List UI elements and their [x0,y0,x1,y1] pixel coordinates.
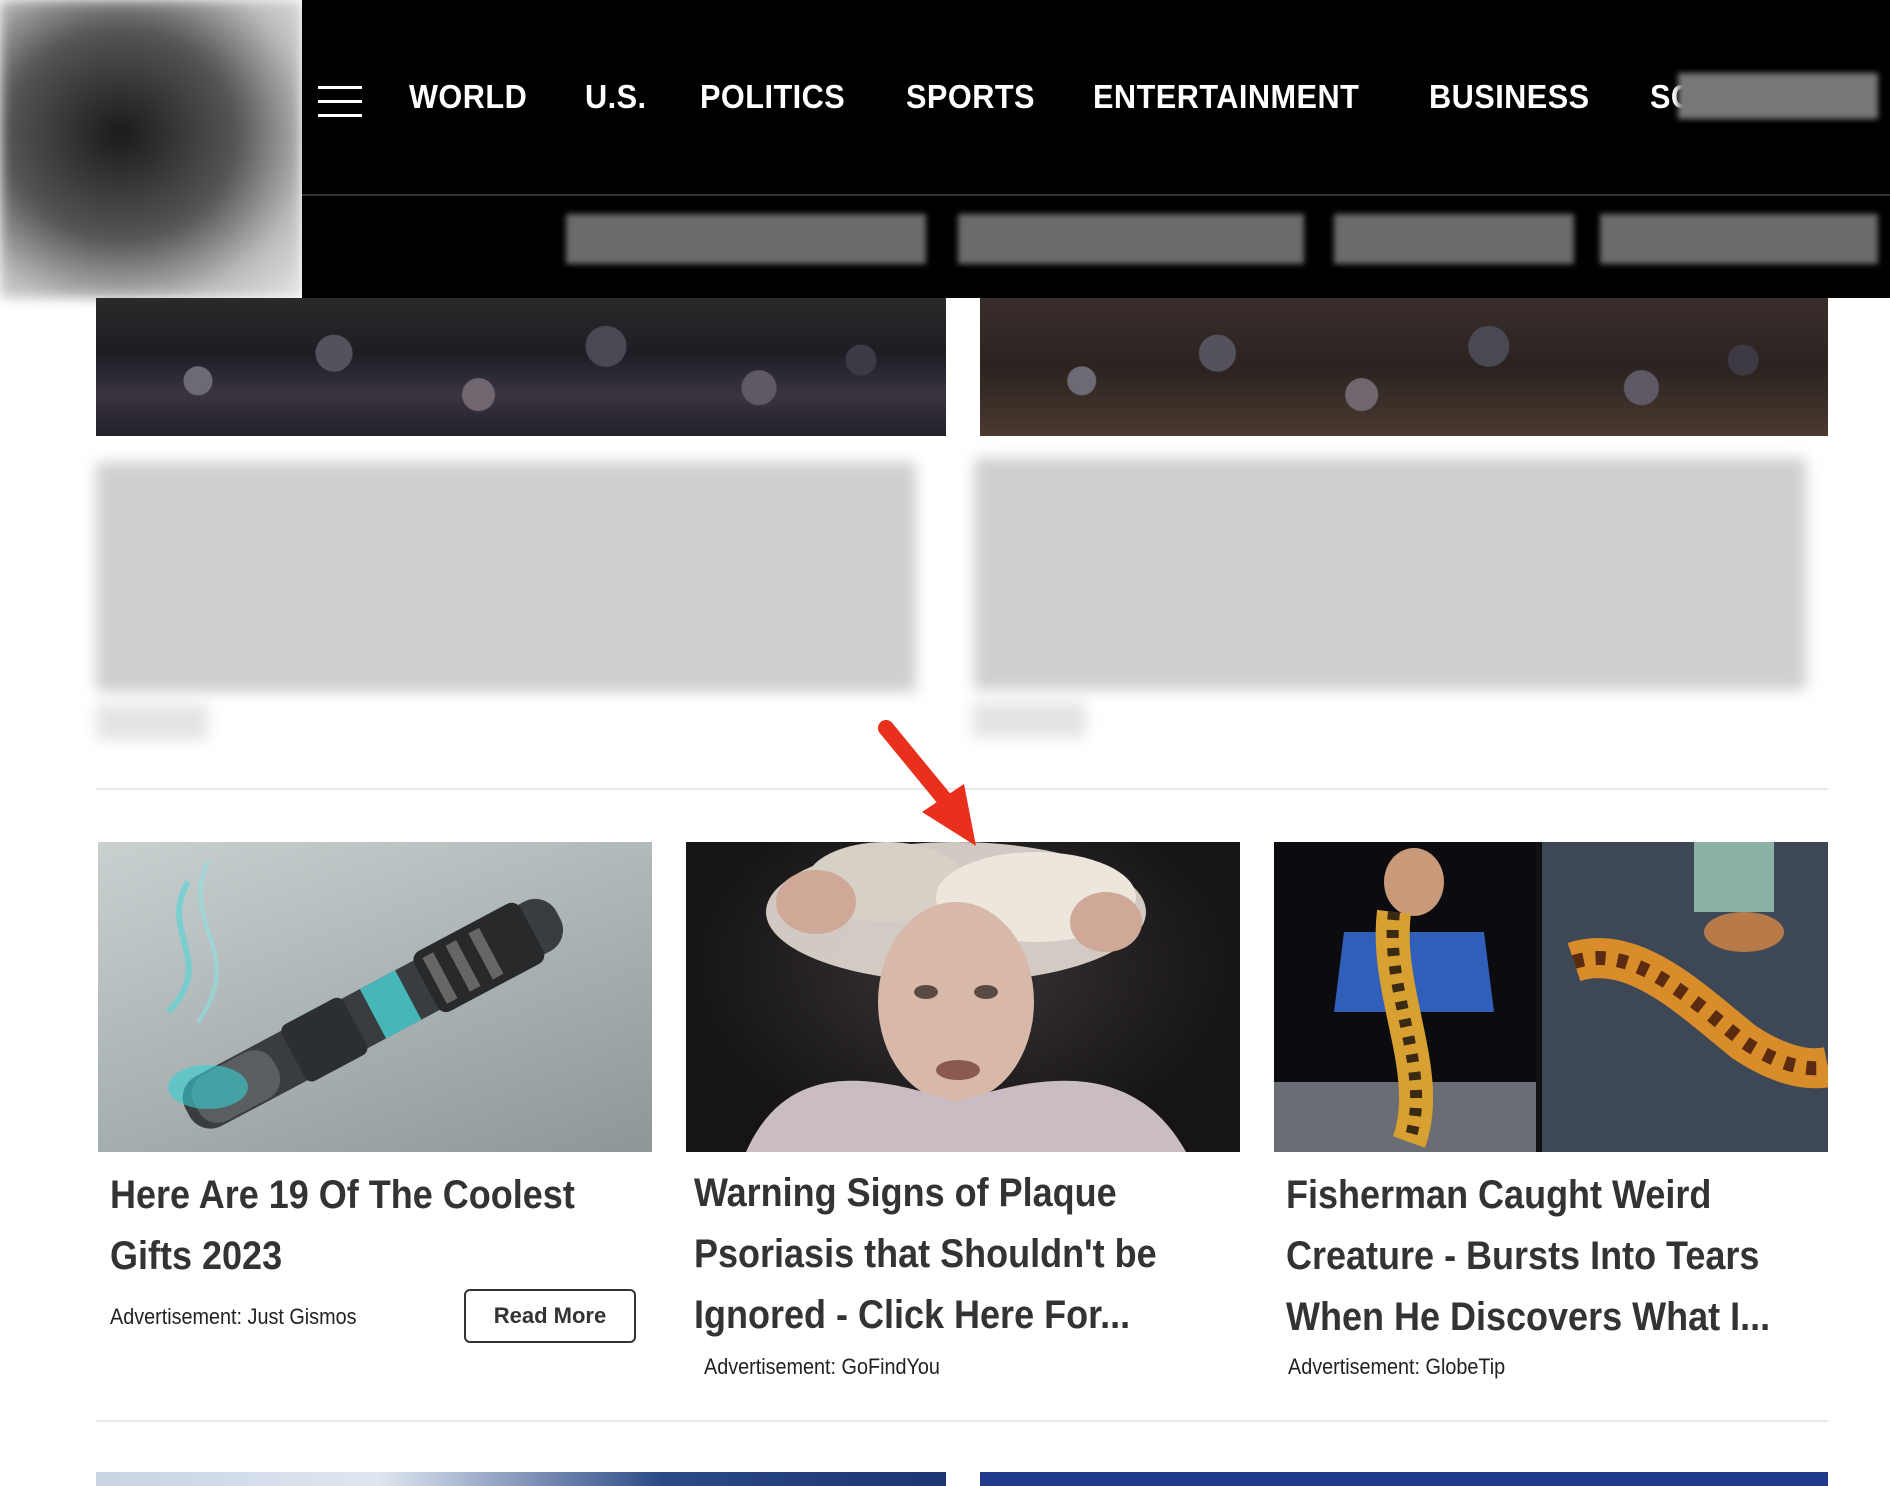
ad-source-label[interactable]: Advertisement: GlobeTip [1288,1354,1505,1380]
story-image-crowd[interactable] [96,298,946,436]
nav-link-us[interactable]: U.S. [585,72,647,122]
ad-source-label[interactable]: Advertisement: GoFindYou [704,1354,940,1380]
ad-title[interactable]: Here Are 19 Of The Coolest Gifts 2023 [110,1165,614,1287]
ad-source-label[interactable]: Advertisement: Just Gismos [110,1304,356,1330]
redacted-subnav-item[interactable] [1600,214,1878,264]
ad-image-lightsaber[interactable] [98,842,652,1152]
redacted-story-tag [96,704,208,740]
story-image-next[interactable] [980,1472,1828,1486]
site-logo-blurred[interactable] [0,0,302,298]
redacted-subnav-item[interactable] [566,214,926,264]
nav-link-sports[interactable]: SPORTS [906,72,1035,122]
nav-link-politics[interactable]: POLITICS [700,72,845,122]
redacted-story-text[interactable] [974,458,1806,690]
lightsaber-illustration [165,861,564,1129]
top-navigation-bar: WORLD U.S. POLITICS SPORTS ENTERTAINMENT… [302,0,1890,196]
redacted-story-text[interactable] [96,462,916,692]
fisherman-illustration [1274,842,1828,1152]
nav-link-entertainment[interactable]: ENTERTAINMENT [1093,72,1359,122]
annotation-arrow-icon [878,720,976,846]
ad-image-elderly-woman[interactable] [686,842,1240,1152]
nav-link-business[interactable]: BUSINESS [1429,72,1590,122]
ad-title[interactable]: Fisherman Caught Weird Creature - Bursts… [1286,1165,1786,1348]
secondary-navigation-bar [302,196,1890,298]
redacted-subnav-item[interactable] [958,214,1304,264]
woman-illustration [746,842,1186,1152]
read-more-button[interactable]: Read More [464,1289,636,1343]
section-nav: WORLD U.S. POLITICS SPORTS ENTERTAINMENT… [409,72,1850,122]
hamburger-menu-icon[interactable] [318,86,362,118]
ad-title[interactable]: Warning Signs of Plaque Psoriasis that S… [694,1163,1180,1346]
section-divider [96,1420,1828,1422]
redacted-nav-item[interactable] [1678,73,1878,119]
redacted-subnav-item[interactable] [1334,214,1574,264]
nav-link-world[interactable]: WORLD [409,72,527,122]
story-image-room[interactable] [980,298,1828,436]
story-image-next[interactable] [96,1472,946,1486]
ad-image-fisherman[interactable] [1274,842,1828,1152]
